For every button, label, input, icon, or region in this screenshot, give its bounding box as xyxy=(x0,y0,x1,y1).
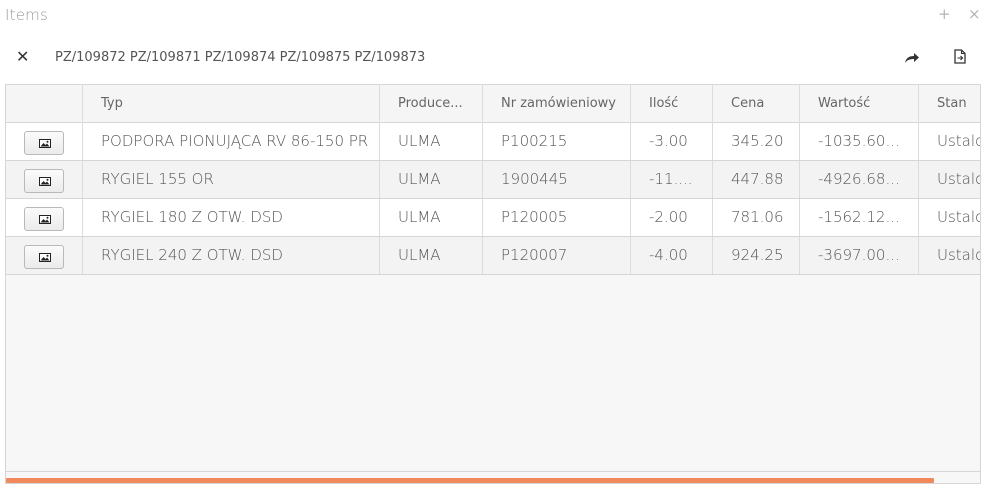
table-row[interactable]: RYGIEL 180 Z OTW. DSD ULMA P120005 -2.00… xyxy=(6,199,980,237)
close-window-button[interactable]: × xyxy=(968,6,981,22)
order-number-cell: P120007 xyxy=(483,237,631,274)
typ-cell: PODPORA PIONUJĄCA RV 86-150 PR xyxy=(83,123,380,160)
share-arrow-icon[interactable] xyxy=(904,50,920,66)
items-grid: Typ Produce... Nr zamówieniowy Ilość Cen… xyxy=(5,84,981,484)
order-number-cell: P120005 xyxy=(483,199,631,236)
close-documents-button[interactable]: ✕ xyxy=(16,48,29,66)
window-title: Items xyxy=(5,6,48,24)
image-button[interactable] xyxy=(24,245,64,269)
quantity-cell: -4.00 xyxy=(631,237,713,274)
image-cell xyxy=(6,123,83,160)
table-row[interactable]: RYGIEL 240 Z OTW. DSD ULMA P120007 -4.00… xyxy=(6,237,980,275)
quantity-cell: -3.00 xyxy=(631,123,713,160)
price-cell: 924.25 xyxy=(713,237,800,274)
image-cell xyxy=(6,237,83,274)
producer-cell: ULMA xyxy=(380,199,483,236)
image-icon xyxy=(39,139,51,148)
add-window-button[interactable]: + xyxy=(938,6,951,22)
table-row[interactable]: RYGIEL 155 OR ULMA 1900445 -11.... 447.8… xyxy=(6,161,980,199)
window-titlebar: Items + × xyxy=(0,0,986,32)
image-cell xyxy=(6,161,83,198)
producer-cell: ULMA xyxy=(380,161,483,198)
document-numbers: PZ/109872 PZ/109871 PZ/109874 PZ/109875 … xyxy=(55,50,426,65)
price-cell: 781.06 xyxy=(713,199,800,236)
image-icon xyxy=(39,215,51,224)
grid-header: Typ Produce... Nr zamówieniowy Ilość Cen… xyxy=(6,85,980,123)
image-icon xyxy=(39,253,51,262)
column-header-value[interactable]: Wartość xyxy=(800,85,919,123)
state-cell: Ustalo xyxy=(937,246,981,264)
price-cell: 345.20 xyxy=(713,123,800,160)
value-cell: -3697.00... xyxy=(800,237,919,274)
column-header-price[interactable]: Cena xyxy=(713,85,800,123)
typ-cell: RYGIEL 180 Z OTW. DSD xyxy=(83,199,380,236)
typ-cell: RYGIEL 155 OR xyxy=(83,161,380,198)
column-header-image xyxy=(6,85,83,123)
state-cell: Ustalo xyxy=(937,170,981,188)
producer-cell: ULMA xyxy=(380,237,483,274)
typ-cell: RYGIEL 240 Z OTW. DSD xyxy=(83,237,380,274)
quantity-cell: -2.00 xyxy=(631,199,713,236)
price-cell: 447.88 xyxy=(713,161,800,198)
column-header-order-number[interactable]: Nr zamówieniowy xyxy=(483,85,631,123)
state-cell: Ustalo xyxy=(937,208,981,226)
column-header-state[interactable]: Stan xyxy=(919,85,980,123)
quantity-cell: -11.... xyxy=(631,161,713,198)
value-cell: -4926.68... xyxy=(800,161,919,198)
state-cell: Ustalo xyxy=(937,132,981,150)
order-number-cell: 1900445 xyxy=(483,161,631,198)
image-button[interactable] xyxy=(24,131,64,155)
image-button[interactable] xyxy=(24,169,64,193)
column-header-producer[interactable]: Produce... xyxy=(380,85,483,123)
column-header-typ[interactable]: Typ xyxy=(83,85,380,123)
image-cell xyxy=(6,199,83,236)
toolbar: ✕ PZ/109872 PZ/109871 PZ/109874 PZ/10987… xyxy=(0,40,986,76)
column-header-quantity[interactable]: Ilość xyxy=(631,85,713,123)
order-number-cell: P100215 xyxy=(483,123,631,160)
value-cell: -1035.60... xyxy=(800,123,919,160)
document-export-icon[interactable] xyxy=(954,49,968,65)
table-row[interactable]: PODPORA PIONUJĄCA RV 86-150 PR ULMA P100… xyxy=(6,123,980,161)
horizontal-scrollbar[interactable] xyxy=(6,471,980,483)
image-icon xyxy=(39,177,51,186)
scrollbar-thumb[interactable] xyxy=(6,478,934,483)
producer-cell: ULMA xyxy=(380,123,483,160)
image-button[interactable] xyxy=(24,207,64,231)
value-cell: -1562.12... xyxy=(800,199,919,236)
